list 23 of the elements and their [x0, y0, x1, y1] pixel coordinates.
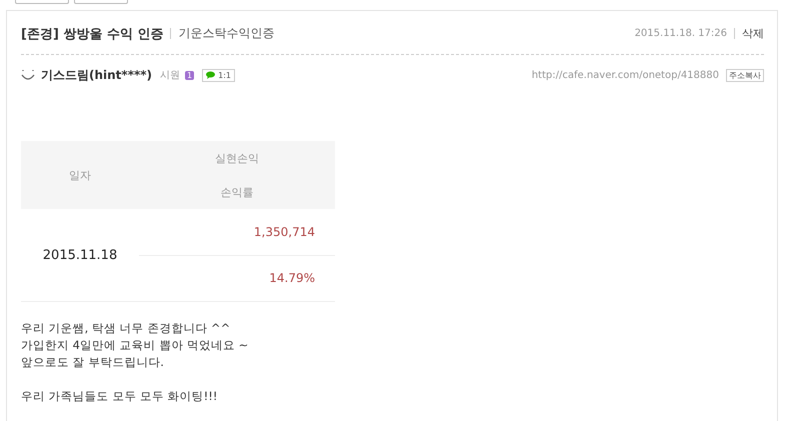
member-rank: 시원 — [160, 69, 180, 82]
top-button[interactable] — [74, 0, 128, 4]
category-link[interactable]: 기운스탁수익인증 — [178, 25, 274, 42]
chat-button[interactable]: 1:1 — [202, 68, 235, 82]
delete-link[interactable]: 삭제 — [742, 26, 764, 41]
table-cell-text: 14.79% — [268, 270, 316, 288]
body-text: 우리 가족님들도 모두 모두 화이팅!!! — [21, 388, 218, 405]
body-text: 앞으로도 잘 부탁드립니다. — [21, 354, 165, 371]
level-badge: 1 — [185, 70, 194, 80]
body-text: 가입한지 4일만에 교육비 뽑아 먹었네요 ~ — [21, 337, 250, 354]
copy-url-button[interactable]: 주소복사 — [726, 68, 764, 82]
table-cell: 2015.11.18 — [21, 209, 139, 302]
speech-bubble-icon — [206, 71, 216, 79]
top-button[interactable] — [15, 0, 69, 4]
post-title: [존경] 쌍방울 수익 인증 — [21, 26, 164, 42]
table-cell-text: 1,350,714 — [252, 224, 316, 241]
body-text: 우리 기운쌤, 탁샘 너무 존경합니다 ^^ — [21, 320, 232, 337]
smile-icon — [21, 68, 35, 82]
author-nickname[interactable]: 기스드림(hint****) — [41, 66, 152, 84]
column-header: 실현손익 — [215, 150, 259, 166]
column-header: 손익률 — [220, 184, 254, 200]
table-header: 일자 — [21, 141, 139, 209]
post-date: 2015.11.18. 17:26 — [634, 28, 727, 39]
